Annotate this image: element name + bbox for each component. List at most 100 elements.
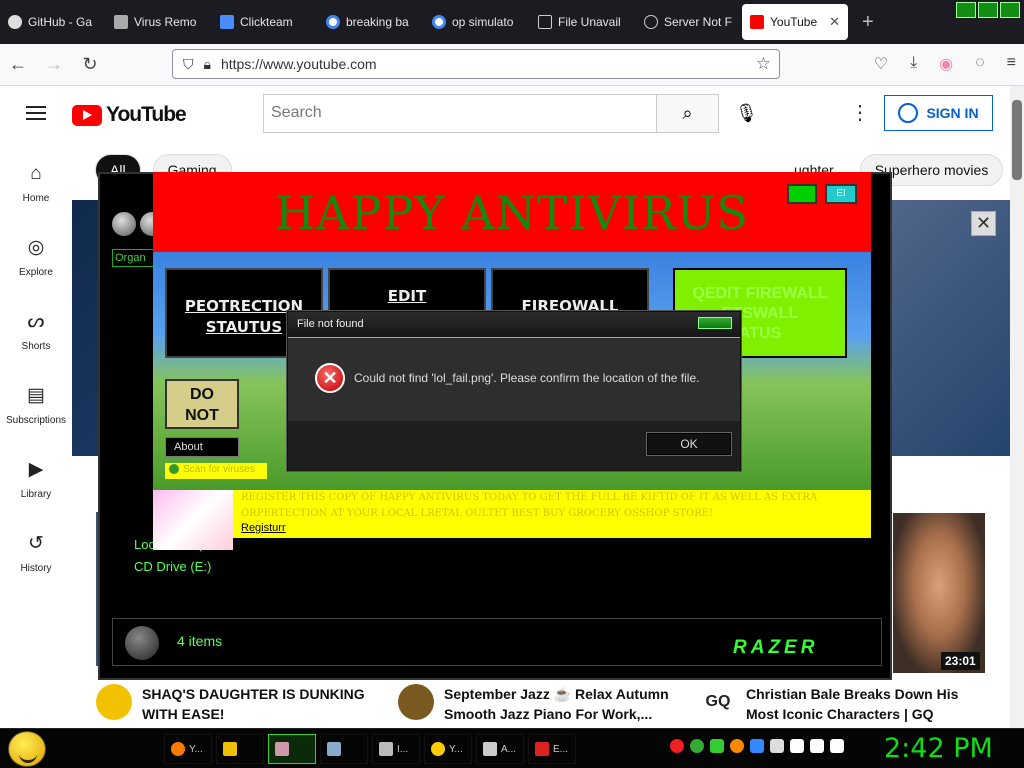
video-item[interactable]: SHAQ'S DAUGHTER IS DUNKING WITH EASE! bbox=[96, 684, 365, 724]
task-app[interactable]: A... bbox=[476, 734, 524, 764]
notification-icon[interactable] bbox=[770, 739, 784, 753]
taskbar-clock[interactable]: 2:42 PM bbox=[884, 733, 993, 764]
folder-icon bbox=[223, 742, 237, 756]
flag-icon[interactable] bbox=[790, 739, 804, 753]
search-icon[interactable] bbox=[730, 739, 744, 753]
download-icon[interactable]: ⤓ bbox=[910, 54, 917, 74]
tab-virus-removal[interactable]: Virus Remo bbox=[106, 4, 212, 40]
register-link[interactable]: Registurr bbox=[241, 522, 286, 534]
antivirus-minimize-button[interactable] bbox=[787, 184, 817, 204]
video-item[interactable]: September Jazz ☕ Relax Autumn Smooth Jazz… bbox=[398, 684, 669, 724]
close-tab-icon[interactable]: ✕ bbox=[829, 14, 840, 30]
close-icon[interactable]: ✕ bbox=[971, 211, 996, 236]
task-youtube[interactable]: Y... bbox=[424, 734, 472, 764]
channel-avatar[interactable] bbox=[398, 684, 434, 720]
register-image bbox=[153, 490, 233, 550]
tray-app-icon[interactable] bbox=[690, 739, 704, 753]
task-editor[interactable]: E... bbox=[528, 734, 576, 764]
tab-server-not-found[interactable]: Server Not F bbox=[636, 4, 742, 40]
network-icon[interactable] bbox=[810, 739, 824, 753]
tree-item-cd-drive[interactable]: CD Drive (E:) bbox=[134, 556, 211, 578]
youtube-sidebar: ⌂ Home ◎ Explore ᔕ Shorts ▤ Subscriptions ▶ L… bbox=[0, 146, 72, 590]
search-button[interactable]: ⌕ bbox=[656, 94, 719, 133]
address-bar[interactable]: ⛉ 🔒︎ https://www.youtube.com ☆ bbox=[172, 49, 780, 79]
ok-button[interactable]: OK bbox=[646, 432, 732, 456]
editor-icon bbox=[535, 742, 549, 756]
dialog-footer: OK bbox=[288, 421, 740, 471]
browser-tab-bar: GitHub - Ga Virus Remo Clickteam breakin… bbox=[0, 0, 1024, 44]
register-banner: REGISTER THIS COPY OF HAPPY ANTIVIRUS TO… bbox=[153, 490, 871, 550]
search-input[interactable]: Search bbox=[263, 94, 657, 133]
channel-avatar-gq[interactable]: GQ bbox=[700, 684, 736, 720]
window-controls bbox=[956, 2, 1020, 18]
item-count: 4 items bbox=[177, 633, 223, 649]
menu-icon[interactable]: ≡ bbox=[1007, 54, 1016, 74]
video-item[interactable]: GQ Christian Bale Breaks Down His Most Ic… bbox=[700, 684, 958, 724]
back-orb-icon[interactable] bbox=[112, 212, 136, 236]
cast-icon[interactable]: ◌ bbox=[975, 54, 985, 74]
sidebar-item-shorts[interactable]: ᔕ Shorts bbox=[0, 294, 72, 368]
system-tray bbox=[670, 739, 844, 753]
reload-icon[interactable]: ↻ bbox=[72, 54, 108, 75]
minimize-button[interactable] bbox=[956, 2, 976, 18]
library-icon: ▶ bbox=[28, 459, 44, 480]
task-display[interactable] bbox=[320, 734, 368, 764]
sidebar-item-history[interactable]: ↺ History bbox=[0, 516, 72, 590]
antivirus-close-button[interactable]: EI bbox=[825, 184, 857, 204]
task-antivirus[interactable] bbox=[268, 734, 316, 764]
more-options-icon[interactable]: ⋮ bbox=[850, 100, 870, 125]
youtube-header: YouTube Search ⌕ 🎙︎ ⋮ SIGN IN bbox=[0, 86, 1010, 142]
tab-youtube[interactable]: YouTube ✕ bbox=[742, 4, 848, 40]
tab-op-simulator[interactable]: op simulato bbox=[424, 4, 530, 40]
register-text: REGISTER THIS COPY OF HAPPY ANTIVIRUS TO… bbox=[241, 492, 818, 519]
video-thumbnail-christian-bale[interactable] bbox=[893, 513, 985, 673]
extension-icon[interactable]: ◉ bbox=[939, 54, 953, 74]
scan-for-viruses-option[interactable]: Scan for viruses bbox=[165, 463, 267, 479]
tray-app-icon[interactable] bbox=[710, 739, 724, 753]
explorer-status-bar: 4 items RAZER bbox=[112, 618, 882, 666]
task-explorer[interactable] bbox=[216, 734, 264, 764]
sidebar-item-library[interactable]: ▶ Library bbox=[0, 442, 72, 516]
close-window-button[interactable] bbox=[1000, 2, 1020, 18]
volume-icon[interactable] bbox=[830, 739, 844, 753]
sign-in-button[interactable]: SIGN IN bbox=[884, 95, 993, 131]
youtube-icon bbox=[750, 15, 764, 29]
hamburger-menu-icon[interactable] bbox=[26, 106, 46, 120]
microphone-icon[interactable]: 🎙︎ bbox=[735, 103, 758, 124]
forward-arrow-icon[interactable]: → bbox=[36, 54, 72, 75]
lock-icon: 🔒︎ bbox=[203, 55, 211, 72]
organize-button[interactable]: Organ bbox=[112, 249, 156, 267]
tray-app-icon[interactable] bbox=[670, 739, 684, 753]
about-button[interactable]: About bbox=[165, 437, 239, 457]
back-arrow-icon[interactable]: ← bbox=[0, 54, 36, 75]
video-title-line2: Most Iconic Characters | GQ bbox=[746, 706, 934, 722]
tray-app-icon[interactable] bbox=[750, 739, 764, 753]
video-title-line1: SHAQ'S DAUGHTER IS DUNKING bbox=[142, 686, 365, 702]
tab-clickteam[interactable]: Clickteam bbox=[212, 4, 318, 40]
sidebar-item-explore[interactable]: ◎ Explore bbox=[0, 220, 72, 294]
channel-avatar[interactable] bbox=[96, 684, 132, 720]
sidebar-item-subscriptions[interactable]: ▤ Subscriptions bbox=[0, 368, 72, 442]
new-tab-button[interactable]: + bbox=[862, 11, 874, 34]
youtube-play-icon bbox=[72, 104, 102, 126]
tab-breaking-bad[interactable]: breaking ba bbox=[318, 4, 424, 40]
firefox-icon bbox=[171, 742, 185, 756]
sidebar-item-home[interactable]: ⌂ Home bbox=[0, 146, 72, 220]
do-not-button[interactable]: DO NOT bbox=[165, 379, 239, 429]
dialog-close-button[interactable] bbox=[698, 317, 732, 329]
task-firefox[interactable]: Y... bbox=[164, 734, 212, 764]
bookmark-star-icon[interactable]: ☆ bbox=[756, 54, 771, 74]
start-button-smiley-icon[interactable] bbox=[8, 731, 46, 767]
app-icon bbox=[483, 742, 497, 756]
document-icon bbox=[538, 15, 552, 29]
pocket-icon[interactable]: ♡ bbox=[874, 54, 888, 74]
youtube-logo[interactable]: YouTube bbox=[72, 103, 187, 127]
scrollbar-thumb[interactable] bbox=[1012, 100, 1022, 180]
error-message: Could not find 'lol_fail.png'. Please co… bbox=[354, 371, 700, 385]
tab-file-unavailable[interactable]: File Unavail bbox=[530, 4, 636, 40]
task-item[interactable]: I... bbox=[372, 734, 420, 764]
maximize-button[interactable] bbox=[978, 2, 998, 18]
clickteam-icon bbox=[220, 15, 234, 29]
page-scrollbar[interactable] bbox=[1010, 86, 1024, 730]
tab-github[interactable]: GitHub - Ga bbox=[0, 4, 106, 40]
